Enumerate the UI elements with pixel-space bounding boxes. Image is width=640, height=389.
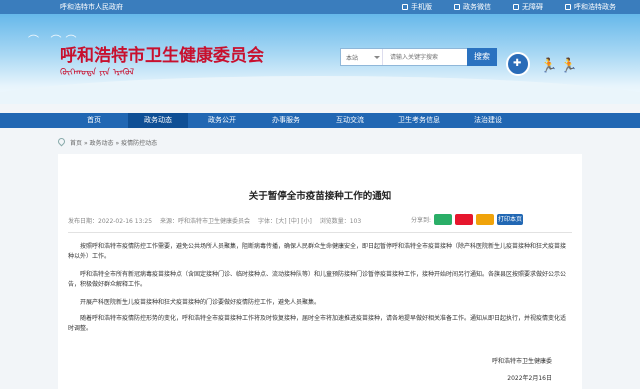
search-box: 本站 bbox=[340, 48, 468, 66]
header-banner: ⌒ ⌒⌒ 呼和浩特市卫生健康委员会 ᠬᠥᠬᠡᠬᠣᠲᠠ ᠶᠢᠨ ᠡᠷᠡᠭᠦᠯ 本站… bbox=[0, 14, 640, 104]
accessibility-link[interactable]: 无障碍 bbox=[513, 2, 543, 12]
breadcrumb-home[interactable]: 首页 bbox=[70, 140, 82, 147]
search-button[interactable]: 搜索 bbox=[467, 48, 497, 66]
running-figures-decoration: 🏃🏃 bbox=[540, 58, 581, 74]
breadcrumb-epidemic[interactable]: 疫情防控动态 bbox=[121, 140, 157, 147]
font-size-control[interactable]: 字体：[大] [中] [小] bbox=[258, 218, 312, 225]
weibo-share-icon[interactable] bbox=[455, 214, 473, 225]
top-bar: 呼和浩特市人民政府 手机版 政务微信 无障碍 呼和浩特政务 bbox=[0, 0, 640, 14]
banner-hill bbox=[0, 76, 640, 104]
publish-time: 发布日期：2022-02-16 13:25 bbox=[68, 218, 153, 225]
share-label: 分享到: bbox=[411, 217, 432, 224]
article-panel: 关于暂停全市疫苗接种工作的通知 发布日期：2022-02-16 13:25 来源… bbox=[58, 154, 582, 389]
accessibility-icon bbox=[513, 4, 519, 10]
mobile-link[interactable]: 手机版 bbox=[402, 2, 432, 12]
gov-affairs-link[interactable]: 呼和浩特政务 bbox=[565, 2, 616, 12]
breadcrumb: 首页 » 政务动态 » 疫情防控动态 bbox=[0, 135, 640, 150]
search-input[interactable] bbox=[387, 49, 467, 65]
article-source: 来源：呼和浩特市卫生健康委员会 bbox=[160, 218, 251, 225]
nav-public[interactable]: 政务公开 bbox=[192, 113, 252, 128]
breadcrumb-news[interactable]: 政务动态 bbox=[90, 140, 114, 147]
wechat-link[interactable]: 政务微信 bbox=[454, 2, 491, 12]
nav-home[interactable]: 首页 bbox=[64, 113, 124, 128]
main-nav: 首页 政务动态 政务公开 办事服务 互动交流 卫生考务信息 法治建设 bbox=[0, 113, 640, 128]
nav-exam-info[interactable]: 卫生考务信息 bbox=[384, 113, 454, 128]
breadcrumb-sep: » bbox=[83, 140, 88, 147]
qzone-share-icon[interactable] bbox=[476, 214, 494, 225]
wechat-icon bbox=[454, 4, 460, 10]
nav-law[interactable]: 法治建设 bbox=[458, 113, 518, 128]
article-title: 关于暂停全市疫苗接种工作的通知 bbox=[248, 191, 392, 202]
phone-icon bbox=[402, 4, 408, 10]
top-links: 手机版 政务微信 无障碍 呼和浩特政务 bbox=[402, 2, 616, 12]
print-button[interactable]: 打印本页 bbox=[497, 214, 523, 225]
wechat-share-icon[interactable] bbox=[434, 214, 452, 225]
article-paragraph: 按照呼和浩特市疫情防控工作需要，避免公共场所人员聚集，阻断病毒传播，确保人民群众… bbox=[68, 243, 567, 260]
breadcrumb-sep: » bbox=[115, 140, 120, 147]
article-date: 2022年2月16日 bbox=[507, 375, 552, 382]
gov-link[interactable]: 呼和浩特市人民政府 bbox=[60, 2, 123, 12]
article-paragraph: 开展产科医院新生儿疫苗接种和狂犬疫苗接种的门诊要做好疫情防控工作，避免人员聚集。 bbox=[80, 299, 321, 306]
health-emblem-logo: ✚ bbox=[506, 52, 530, 76]
chevron-down-icon bbox=[374, 56, 380, 59]
article-paragraph: 随着呼和浩特市疫情防控形势的变化，呼和浩特全市疫苗接种工作将及时恢复接种，届时全… bbox=[68, 315, 567, 332]
gov-icon bbox=[565, 4, 571, 10]
nav-services[interactable]: 办事服务 bbox=[256, 113, 316, 128]
nav-interaction[interactable]: 互动交流 bbox=[320, 113, 380, 128]
signature: 呼和浩特市卫生健康委 bbox=[491, 358, 552, 365]
article-meta: 发布日期：2022-02-16 13:25 来源：呼和浩特市卫生健康委员会 字体… bbox=[68, 216, 367, 225]
view-count: 浏览数量：103 bbox=[319, 218, 362, 225]
article-paragraph: 呼和浩特全市所有新冠病毒疫苗接种点（含固定接种门诊、临时接种点、流动接种队等）和… bbox=[68, 271, 567, 288]
site-title-mongolian: ᠬᠥᠬᠡᠬᠣᠲᠠ ᠶᠢᠨ ᠡᠷᠡᠭᠦᠯ bbox=[60, 68, 135, 78]
divider bbox=[68, 232, 572, 233]
share-buttons: 打印本页 bbox=[434, 214, 523, 225]
nav-news[interactable]: 政务动态 bbox=[128, 113, 188, 128]
location-pin-icon bbox=[56, 136, 67, 147]
